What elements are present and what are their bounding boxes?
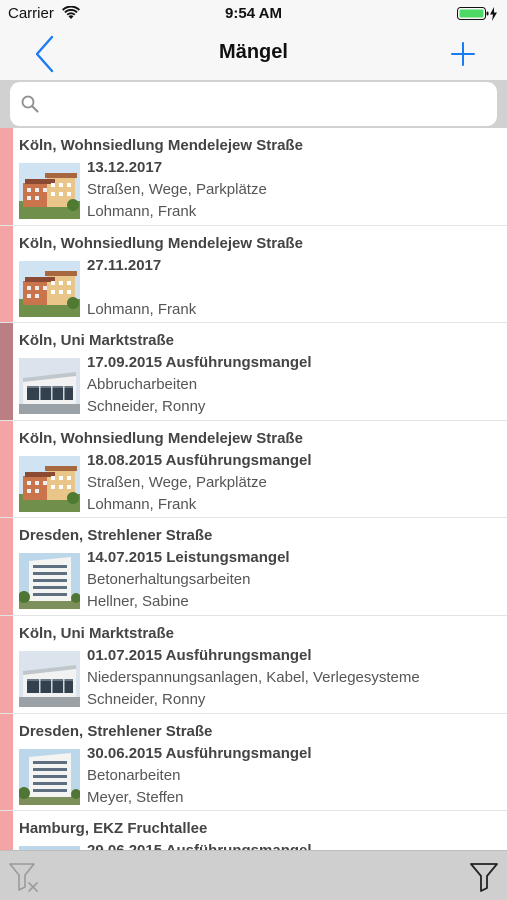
defect-row[interactable]: Köln, Wohnsiedlung Mendelejew Straße 13.1… bbox=[0, 128, 507, 226]
defect-category: Betonarbeiten bbox=[87, 766, 181, 784]
defect-date-type: 29.06.2015 Ausführungsmangel bbox=[87, 842, 312, 850]
search-input[interactable] bbox=[48, 82, 488, 126]
bottom-toolbar bbox=[0, 850, 507, 900]
defect-date-type: 30.06.2015 Ausführungsmangel bbox=[87, 744, 312, 762]
page-title: Mängel bbox=[219, 41, 288, 63]
status-stripe bbox=[0, 420, 13, 518]
defect-category: Straßen, Wege, Parkplätze bbox=[87, 473, 267, 491]
project-thumbnail bbox=[19, 650, 80, 707]
defect-location: Köln, Uni Marktstraße bbox=[19, 332, 175, 350]
status-stripe bbox=[0, 713, 13, 811]
search-bar bbox=[0, 80, 507, 128]
status-stripe bbox=[0, 811, 13, 850]
defect-responsible: Schneider, Ronny bbox=[87, 690, 206, 708]
defect-row[interactable]: Köln, Uni Marktstraße 01.07.2015 Ausführu… bbox=[0, 615, 507, 714]
defect-category: Niederspannungsanlagen, Kabel, Verlegesy… bbox=[87, 668, 420, 686]
defect-category: Straßen, Wege, Parkplätze bbox=[87, 181, 267, 198]
project-thumbnail bbox=[19, 163, 80, 219]
search-box[interactable] bbox=[10, 82, 497, 126]
defect-responsible: Lohmann, Frank bbox=[87, 495, 197, 513]
defect-category: Betonerhaltungsarbeiten bbox=[87, 571, 251, 589]
clock: 9:54 AM bbox=[225, 5, 282, 22]
filter-clear-icon[interactable] bbox=[8, 861, 42, 893]
status-stripe bbox=[0, 225, 13, 323]
project-thumbnail bbox=[19, 455, 80, 512]
project-thumbnail bbox=[19, 260, 80, 317]
defect-location: Köln, Wohnsiedlung Mendelejew Straße bbox=[19, 137, 303, 154]
project-thumbnail bbox=[19, 553, 80, 610]
project-thumbnail bbox=[19, 748, 80, 805]
navigation-bar: Mängel bbox=[0, 28, 507, 80]
project-thumbnail bbox=[19, 358, 80, 415]
defect-category: Abbrucharbeiten bbox=[87, 376, 198, 394]
defect-location: Dresden, Strehlener Straße bbox=[19, 527, 213, 545]
status-stripe bbox=[0, 128, 13, 225]
defect-responsible: Lohmann, Frank bbox=[87, 300, 197, 318]
defect-location: Köln, Wohnsiedlung Mendelejew Straße bbox=[19, 234, 303, 252]
back-button[interactable] bbox=[30, 34, 62, 74]
status-bar: Carrier 9:54 AM bbox=[0, 0, 507, 28]
defect-location: Köln, Wohnsiedlung Mendelejew Straße bbox=[19, 429, 303, 447]
add-defect-button[interactable] bbox=[449, 40, 477, 68]
defect-date-type: 13.12.2017 bbox=[87, 159, 163, 176]
status-stripe bbox=[0, 615, 13, 713]
defect-date-type: 27.11.2017 bbox=[87, 256, 162, 274]
defect-location: Köln, Uni Marktstraße bbox=[19, 624, 175, 642]
defect-date-type: 01.07.2015 Ausführungsmangel bbox=[87, 646, 312, 664]
defect-date-type: 17.09.2015 Ausführungsmangel bbox=[87, 354, 312, 372]
defect-row[interactable]: Köln, Uni Marktstraße 17.09.2015 Ausführu… bbox=[0, 323, 507, 421]
defect-row[interactable]: Köln, Wohnsiedlung Mendelejew Straße 18.0… bbox=[0, 420, 507, 519]
defect-row[interactable]: Dresden, Strehlener Straße 30.06.2015 Aus… bbox=[0, 713, 507, 812]
status-stripe bbox=[0, 518, 13, 615]
defect-date-type: 18.08.2015 Ausführungsmangel bbox=[87, 451, 312, 469]
filter-icon[interactable] bbox=[469, 861, 499, 893]
defect-responsible: Lohmann, Frank bbox=[87, 203, 197, 220]
defect-row[interactable]: Köln, Wohnsiedlung Mendelejew Straße 27.1… bbox=[0, 225, 507, 324]
status-stripe bbox=[0, 323, 13, 420]
defect-responsible: Meyer, Steffen bbox=[87, 788, 184, 806]
defect-location: Dresden, Strehlener Straße bbox=[19, 722, 213, 740]
defect-row[interactable]: Dresden, Strehlener Straße 14.07.2015 Lei… bbox=[0, 518, 507, 616]
defect-date-type: 14.07.2015 Leistungsmangel bbox=[87, 549, 290, 567]
battery-icon bbox=[457, 7, 497, 21]
defect-location: Hamburg, EKZ Fruchtallee bbox=[19, 820, 208, 838]
search-icon bbox=[21, 95, 39, 113]
defect-row[interactable]: Hamburg, EKZ Fruchtallee 29.06.2015 Ausfü… bbox=[0, 811, 507, 850]
defect-responsible: Hellner, Sabine bbox=[87, 593, 189, 611]
defect-responsible: Schneider, Ronny bbox=[87, 398, 206, 416]
defect-list: Köln, Wohnsiedlung Mendelejew Straße 13.1… bbox=[0, 128, 507, 850]
